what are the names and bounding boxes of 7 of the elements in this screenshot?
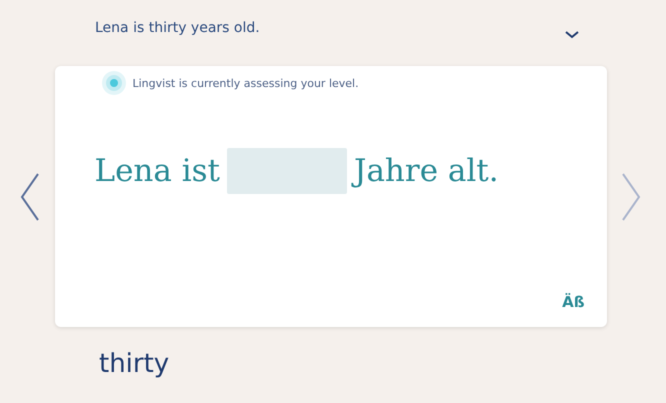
sentence-text: Lena ist	[94, 153, 220, 189]
chevron-down-icon[interactable]	[564, 30, 580, 40]
special-characters-button[interactable]: Äß	[562, 293, 584, 311]
hint-word: thirty	[99, 349, 170, 379]
status-dot-icon	[100, 70, 126, 96]
translation-text: Lena is thirty years old.	[95, 20, 260, 36]
status-text: Lingvist is currently assessing your level.	[132, 76, 359, 90]
